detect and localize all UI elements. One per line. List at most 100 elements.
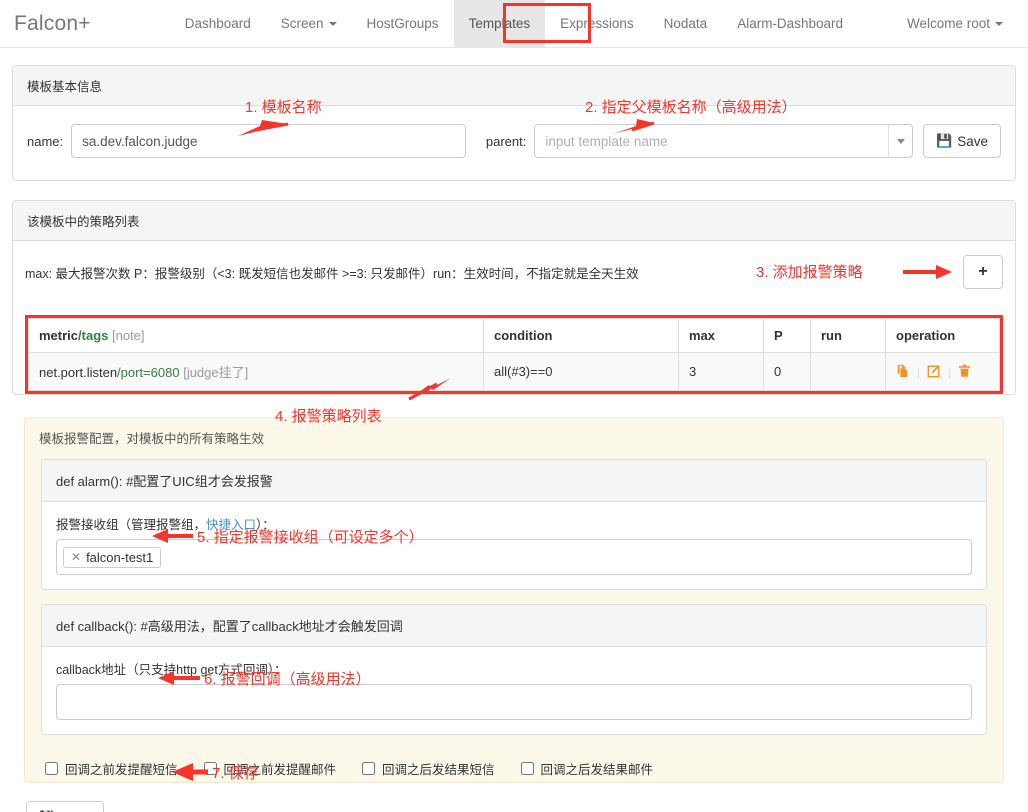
nav-label: HostGroups <box>367 16 439 31</box>
template-basic-info-panel: 模板基本信息 name: parent: input template name… <box>12 65 1016 181</box>
strategy-legend-row: max: 最大报警次数 P：报警级别（<3: 既发短信也发邮件 >=3: 只发邮… <box>13 241 1015 305</box>
alarm-group-label-suffix: ）： <box>256 518 275 532</box>
callback-def-body: callback地址（只支持http get方式回调）： <box>42 647 986 734</box>
checkbox-input[interactable] <box>362 762 375 775</box>
save-all-button[interactable]: 💾 Save <box>26 801 104 812</box>
cell-run <box>811 353 886 391</box>
strategy-table-body: net.port.listen/port=6080 [judge挂了] all(… <box>29 353 1000 391</box>
user-menu[interactable]: Welcome root <box>892 0 1018 47</box>
alarm-group-label-prefix: 报警接收组（管理报警组， <box>56 518 206 532</box>
checkbox-post-callback-sms[interactable]: 回调之后发结果短信 <box>362 759 495 778</box>
top-navbar: Falcon+ Dashboard Screen HostGroups Temp… <box>0 0 1028 48</box>
checkbox-pre-callback-mail[interactable]: 回调之前发提醒邮件 <box>204 759 337 778</box>
basic-info-panel-body: name: parent: input template name 💾 Save <box>13 106 1015 180</box>
save-basic-info-button[interactable]: 💾 Save <box>923 124 1001 158</box>
checkbox-input[interactable] <box>521 762 534 775</box>
cell-condition: all(#3)==0 <box>484 353 679 391</box>
alarm-config-header: 模板报警配置，对模板中的所有策略生效 <box>25 418 1003 459</box>
token-label: falcon-test1 <box>86 550 153 565</box>
alarm-def-block: def alarm(): #配置了UIC组才会发报警 报警接收组（管理报警组，快… <box>41 459 987 590</box>
cell-operation: | | <box>886 353 1000 391</box>
chevron-down-icon[interactable] <box>888 125 912 157</box>
plus-icon: + <box>978 263 987 281</box>
template-name-form-row: name: parent: input template name 💾 Save <box>17 118 1011 166</box>
checkbox-input[interactable] <box>45 762 58 775</box>
col-metric-prefix: metric <box>39 328 78 343</box>
strategy-legend-text: max: 最大报警次数 P：报警级别（<3: 既发短信也发邮件 >=3: 只发邮… <box>25 263 639 282</box>
callback-options-row: 回调之前发提醒短信 回调之前发提醒邮件 回调之后发结果短信 回调之后发结果邮件 <box>25 749 1003 782</box>
nav-item-hostgroups[interactable]: HostGroups <box>352 0 454 47</box>
col-max: max <box>679 319 764 353</box>
alarm-def-body: 报警接收组（管理报警组，快捷入口）： ✕ falcon-test1 <box>42 502 986 589</box>
checkbox-label: 回调之后发结果短信 <box>382 759 495 778</box>
cell-max: 3 <box>679 353 764 391</box>
checkbox-label: 回调之前发提醒邮件 <box>224 759 337 778</box>
template-name-input[interactable] <box>71 124 466 158</box>
edit-icon[interactable] <box>927 364 941 380</box>
callback-def-block: def callback(): #高级用法，配置了callback地址才会触发回… <box>41 604 987 735</box>
basic-info-panel-title: 模板基本信息 <box>13 66 1015 106</box>
add-strategy-button[interactable]: + <box>963 255 1003 289</box>
callback-url-input[interactable] <box>56 684 972 720</box>
nav-label: Screen <box>281 16 324 31</box>
col-p: P <box>764 319 811 353</box>
checkbox-post-callback-mail[interactable]: 回调之后发结果邮件 <box>521 759 654 778</box>
strategy-table: metric/tags [note] condition max P run o… <box>28 318 1000 391</box>
user-menu-label: Welcome root <box>907 16 990 31</box>
nav-item-expressions[interactable]: Expressions <box>545 0 649 47</box>
col-metric-note: [note] <box>112 328 145 343</box>
floppy-save-icon: 💾 <box>936 133 951 149</box>
name-field-label: name: <box>27 134 71 149</box>
operation-icon-group: | | <box>896 364 989 380</box>
nav-item-dashboard[interactable]: Dashboard <box>170 0 266 47</box>
row-note: [judge挂了] <box>183 365 248 380</box>
col-condition: condition <box>484 319 679 353</box>
nav-label: Nodata <box>664 16 708 31</box>
checkbox-label: 回调之前发提醒短信 <box>65 759 178 778</box>
nav-label: Templates <box>469 16 531 31</box>
strategy-list-panel: 该模板中的策略列表 max: 最大报警次数 P：报警级别（<3: 既发短信也发邮… <box>12 200 1016 395</box>
chevron-down-icon <box>995 22 1003 26</box>
bottom-save-area: 💾 Save <box>12 783 1016 812</box>
strategy-panel-body: max: 最大报警次数 P：报警级别（<3: 既发短信也发邮件 >=3: 只发邮… <box>13 241 1015 394</box>
table-row: net.port.listen/port=6080 [judge挂了] all(… <box>29 353 1000 391</box>
nav-label: Expressions <box>560 16 634 31</box>
checkbox-input[interactable] <box>204 762 217 775</box>
row-tags: /port=6080 <box>117 365 180 380</box>
col-run: run <box>811 319 886 353</box>
row-metric: net.port.listen <box>39 365 117 380</box>
alarm-config-panel: 模板报警配置，对模板中的所有策略生效 def alarm(): #配置了UIC组… <box>24 417 1004 783</box>
callback-url-label: callback地址（只支持http get方式回调）： <box>56 659 972 678</box>
nav-item-alarm-dashboard[interactable]: Alarm-Dashboard <box>722 0 858 47</box>
nav-right-group: Welcome root <box>892 0 1028 47</box>
delete-icon[interactable] <box>958 364 971 380</box>
chevron-down-icon <box>329 22 337 26</box>
add-strategy-wrap: + <box>963 255 1003 289</box>
save-button-label: Save <box>957 134 988 149</box>
parent-template-select[interactable]: input template name <box>534 124 913 158</box>
remove-token-icon[interactable]: ✕ <box>71 550 81 564</box>
nav-item-templates[interactable]: Templates <box>454 0 546 47</box>
parent-template-placeholder: input template name <box>535 134 888 149</box>
alarm-group-tokenbox[interactable]: ✕ falcon-test1 <box>56 539 972 575</box>
brand-logo[interactable]: Falcon+ <box>0 0 106 47</box>
nav-menu: Dashboard Screen HostGroups Templates Ex… <box>170 0 858 47</box>
page-content: 模板基本信息 name: parent: input template name… <box>0 65 1028 812</box>
icon-separator: | <box>910 365 927 379</box>
cell-metric-tags: net.port.listen/port=6080 [judge挂了] <box>29 353 484 391</box>
checkbox-pre-callback-sms[interactable]: 回调之前发提醒短信 <box>45 759 178 778</box>
nav-item-nodata[interactable]: Nodata <box>649 0 723 47</box>
alarm-group-label: 报警接收组（管理报警组，快捷入口）： <box>56 514 972 533</box>
col-metric-tags: metric/tags [note] <box>29 319 484 353</box>
manage-alarm-group-link[interactable]: 快捷入口 <box>206 518 256 532</box>
col-metric-tags-part: /tags <box>78 328 108 343</box>
callback-def-title: def callback(): #高级用法，配置了callback地址才会触发回… <box>42 605 986 647</box>
cell-p: 0 <box>764 353 811 391</box>
clone-icon[interactable] <box>896 364 910 380</box>
nav-item-screen[interactable]: Screen <box>266 0 352 47</box>
nav-label: Alarm-Dashboard <box>737 16 843 31</box>
strategy-panel-title: 该模板中的策略列表 <box>13 201 1015 241</box>
icon-separator: | <box>941 365 958 379</box>
checkbox-label: 回调之后发结果邮件 <box>541 759 654 778</box>
alarm-group-token[interactable]: ✕ falcon-test1 <box>63 547 161 568</box>
